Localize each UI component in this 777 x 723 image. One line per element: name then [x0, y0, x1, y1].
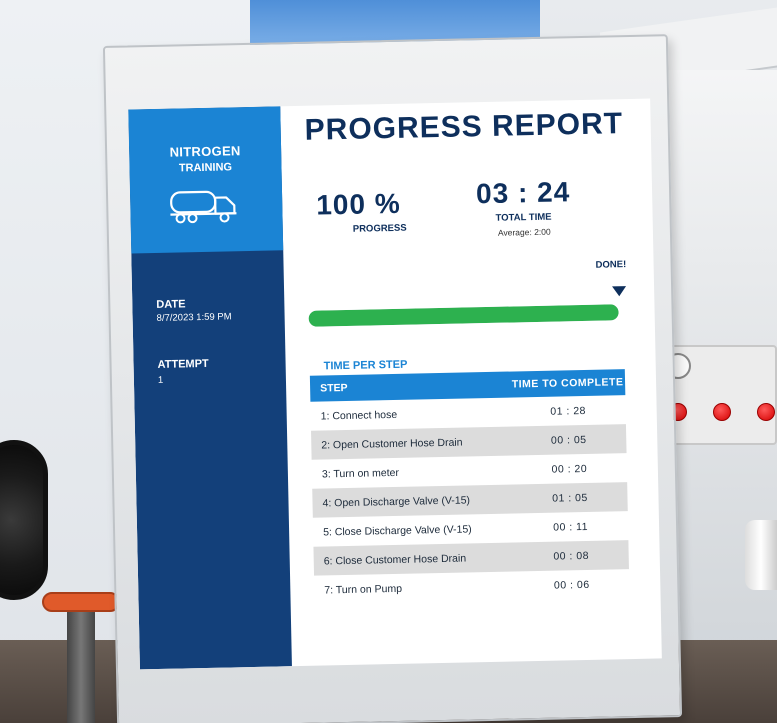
step-time: 00 : 08	[553, 549, 590, 563]
step-name: 2: Open Customer Hose Drain	[321, 436, 463, 452]
step-name: 6: Close Customer Hose Drain	[323, 551, 467, 567]
progress-value: 100 %	[315, 187, 402, 221]
attempt-value: 1	[157, 374, 164, 386]
step-time: 00 : 05	[550, 433, 587, 447]
date-label: DATE	[156, 298, 186, 311]
total-time-label: TOTAL TIME	[495, 211, 552, 224]
steps-heading: TIME PER STEP	[323, 358, 408, 373]
step-time: 01 : 05	[552, 491, 588, 505]
column-header-time: TIME TO COMPLETE	[511, 376, 624, 391]
total-time-value: 03 : 24	[475, 176, 571, 210]
report-screen: NITROGEN TRAINING DATE 8/7/2023 1:59 PM …	[128, 98, 662, 670]
pressure-gauge-icon	[0, 440, 48, 600]
step-time: 00 : 06	[553, 578, 590, 592]
panel-red-button-2[interactable]	[713, 403, 731, 421]
step-time: 00 : 11	[553, 520, 589, 534]
step-name: 7: Turn on Pump	[324, 582, 403, 596]
progress-bar-fill	[308, 304, 619, 327]
done-marker-icon	[612, 286, 627, 297]
valve-handwheel[interactable]	[42, 592, 120, 612]
step-name: 1: Connect hose	[320, 408, 398, 423]
average-time: Average: 2:00	[497, 226, 551, 238]
date-value: 8/7/2023 1:59 PM	[156, 311, 232, 324]
progress-label: PROGRESS	[352, 222, 407, 235]
report-board: NITROGEN TRAINING DATE 8/7/2023 1:59 PM …	[102, 34, 683, 723]
column-header-step: STEP	[320, 381, 348, 395]
attempt-label: ATTEMPT	[157, 357, 209, 371]
pipe-rail	[745, 520, 777, 590]
progress-bar	[308, 304, 619, 327]
page-title: PROGRESS REPORT	[304, 107, 624, 147]
done-label: DONE!	[595, 259, 627, 271]
brand-title: NITROGEN	[169, 143, 241, 160]
step-name: 5: Close Discharge Valve (V-15)	[323, 522, 472, 538]
sidebar: NITROGEN TRAINING DATE 8/7/2023 1:59 PM …	[128, 106, 292, 670]
brand-subtitle: TRAINING	[178, 161, 233, 175]
sidebar-brand-panel: NITROGEN TRAINING	[128, 106, 284, 254]
panel-red-button-3[interactable]	[757, 403, 775, 421]
tanker-truck-icon	[170, 190, 237, 224]
steps-table: STEP TIME TO COMPLETE 1: Connect hose 01…	[309, 369, 630, 605]
step-time: 00 : 20	[551, 462, 588, 476]
step-time: 01 : 28	[550, 404, 587, 418]
table-row: 7: Turn on Pump 00 : 06	[314, 569, 630, 605]
step-name: 4: Open Discharge Valve (V-15)	[322, 493, 471, 509]
valve-stem	[67, 610, 95, 723]
step-name: 3: Turn on meter	[321, 466, 400, 480]
